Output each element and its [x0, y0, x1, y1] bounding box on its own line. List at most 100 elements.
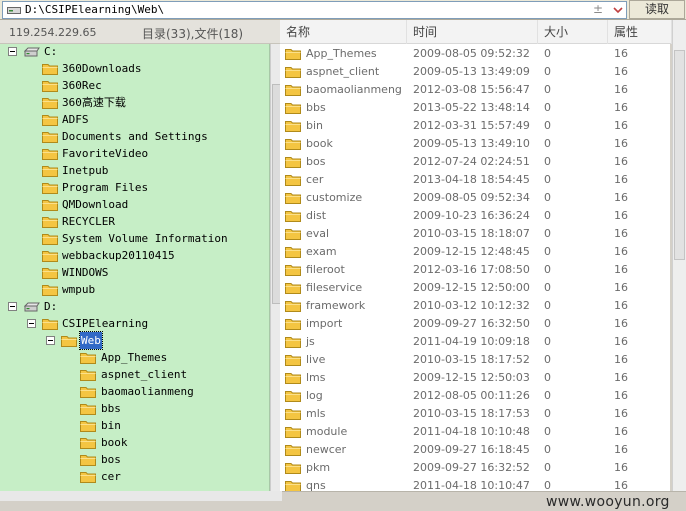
tree-node-folder[interactable]: 360Rec — [0, 77, 268, 94]
folder-icon — [285, 139, 301, 150]
folder-icon — [285, 355, 301, 366]
folder-icon — [285, 193, 301, 204]
list-scroll-thumb[interactable] — [674, 50, 685, 260]
tree-node-folder[interactable]: book — [0, 434, 268, 451]
folder-icon — [80, 404, 96, 415]
list-row[interactable]: baomaolianmeng 2012-03-08 15:56:47 0 16 — [280, 81, 670, 99]
tree-node-folder[interactable]: QMDownload — [0, 196, 268, 213]
tree-node-folder[interactable]: bos — [0, 451, 268, 468]
tree-node-folder[interactable]: webbackup20110415 — [0, 247, 268, 264]
folder-icon — [80, 472, 96, 483]
tree-node-label: QMDownload — [62, 198, 129, 211]
list-scrollbar[interactable] — [672, 20, 686, 491]
tree-node-folder[interactable]: baomaolianmeng — [0, 383, 268, 400]
list-row[interactable]: bin 2012-03-31 15:57:49 0 16 — [280, 117, 670, 135]
cell-size: 0 — [544, 65, 551, 78]
list-row[interactable]: import 2009-09-27 16:32:50 0 16 — [280, 315, 670, 333]
tree-node-folder[interactable]: System Volume Information — [0, 230, 268, 247]
collapse-toggle-icon[interactable] — [46, 336, 55, 345]
tree-node-folder[interactable]: Program Files — [0, 179, 268, 196]
folder-tree[interactable]: C: 360Downloads 360Rec 360高速下载 ADFS Documents… — [0, 44, 270, 491]
list-row[interactable]: fileroot 2012-03-16 17:08:50 0 16 — [280, 261, 670, 279]
list-row[interactable]: customize 2009-08-05 09:52:34 0 16 — [280, 189, 670, 207]
column-header-size[interactable]: 大小 — [538, 20, 608, 44]
tree-node-folder[interactable]: WINDOWS — [0, 264, 268, 281]
cell-attr: 16 — [614, 407, 628, 420]
tree-node-folder[interactable]: Documents and Settings — [0, 128, 268, 145]
cell-size: 0 — [544, 101, 551, 114]
tree-node-label: ADFS — [62, 113, 89, 126]
folder-icon — [42, 217, 58, 228]
tree-node-folder[interactable]: 360Downloads — [0, 60, 268, 77]
tree-node-label: Documents and Settings — [62, 130, 208, 143]
cell-size: 0 — [544, 317, 551, 330]
tree-node-drive-c[interactable]: C: — [0, 44, 268, 60]
list-row[interactable]: eval 2010-03-15 18:18:07 0 16 — [280, 225, 670, 243]
list-row[interactable]: pkm 2009-09-27 16:32:52 0 16 — [280, 459, 670, 477]
list-row[interactable]: qns 2011-04-18 10:10:47 0 16 — [280, 477, 670, 491]
list-row[interactable]: cer 2013-04-18 18:54:45 0 16 — [280, 171, 670, 189]
folder-icon — [285, 427, 301, 438]
tree-node-label: Web — [79, 331, 103, 350]
tree-node-folder[interactable]: RECYCLER — [0, 213, 268, 230]
list-row[interactable]: log 2012-08-05 00:11:26 0 16 — [280, 387, 670, 405]
tree-node-folder[interactable]: cer — [0, 468, 268, 485]
list-row[interactable]: App_Themes 2009-08-05 09:52:32 0 16 — [280, 45, 670, 63]
tree-node-folder[interactable]: CSIPElearning — [0, 315, 268, 332]
column-header-time[interactable]: 时间 — [407, 20, 538, 44]
plus-icon[interactable]: ± — [593, 2, 603, 16]
list-row[interactable]: bos 2012-07-24 02:24:51 0 16 — [280, 153, 670, 171]
tree-node-folder[interactable]: App_Themes — [0, 349, 268, 366]
folder-icon — [80, 370, 96, 381]
folder-icon — [285, 319, 301, 330]
folder-icon — [285, 103, 301, 114]
cell-name: exam — [306, 245, 337, 258]
cell-attr: 16 — [614, 443, 628, 456]
list-row[interactable]: aspnet_client 2009-05-13 13:49:09 0 16 — [280, 63, 670, 81]
list-row[interactable]: mls 2010-03-15 18:17:53 0 16 — [280, 405, 670, 423]
list-row[interactable]: lms 2009-12-15 12:50:03 0 16 — [280, 369, 670, 387]
tree-node-folder-selected[interactable]: Web — [0, 331, 268, 350]
tree-node-folder[interactable]: FavoriteVideo — [0, 145, 268, 162]
tree-node-folder[interactable]: bbs — [0, 400, 268, 417]
tree-node-folder[interactable]: ADFS — [0, 111, 268, 128]
column-header-name[interactable]: 名称 — [280, 20, 407, 44]
tree-node-folder[interactable]: wmpub — [0, 281, 268, 298]
tree-node-label: 360Downloads — [62, 62, 142, 75]
list-row[interactable]: dist 2009-10-23 16:36:24 0 16 — [280, 207, 670, 225]
collapse-toggle-icon[interactable] — [8, 47, 17, 56]
cell-size: 0 — [544, 299, 551, 312]
collapse-toggle-icon[interactable] — [27, 319, 36, 328]
collapse-toggle-icon[interactable] — [8, 302, 17, 311]
tree-node-folder[interactable]: 360高速下载 — [0, 94, 268, 111]
tree-node-label: baomaolianmeng — [101, 385, 194, 398]
list-row[interactable]: newcer 2009-09-27 16:18:45 0 16 — [280, 441, 670, 459]
list-row[interactable]: fileservice 2009-12-15 12:50:00 0 16 — [280, 279, 670, 297]
tree-node-folder[interactable]: bin — [0, 417, 268, 434]
tree-node-folder[interactable]: aspnet_client — [0, 366, 268, 383]
cell-attr: 16 — [614, 101, 628, 114]
column-header-attr[interactable]: 属性 — [608, 20, 672, 44]
cell-attr: 16 — [614, 83, 628, 96]
path-input[interactable]: D:\CSIPElearning\Web\ — [25, 3, 164, 16]
tree-node-drive-d[interactable]: D: — [0, 298, 268, 315]
tree-node-folder[interactable]: Inetpub — [0, 162, 268, 179]
list-row[interactable]: bbs 2013-05-22 13:48:14 0 16 — [280, 99, 670, 117]
chevron-down-icon[interactable] — [611, 3, 625, 17]
cell-name: customize — [306, 191, 363, 204]
tree-node-label: bin — [101, 419, 121, 432]
tree-horizontal-scrollbar[interactable] — [0, 491, 282, 501]
folder-icon — [42, 81, 58, 92]
list-row[interactable]: framework 2010-03-12 10:12:32 0 16 — [280, 297, 670, 315]
read-button[interactable]: 读取 — [629, 0, 685, 19]
path-bar: D:\CSIPElearning\Web\ ± 读取 — [0, 0, 686, 20]
list-row[interactable]: exam 2009-12-15 12:48:45 0 16 — [280, 243, 670, 261]
list-row[interactable]: book 2009-05-13 13:49:10 0 16 — [280, 135, 670, 153]
list-row[interactable]: live 2010-03-15 18:17:52 0 16 — [280, 351, 670, 369]
folder-icon — [285, 391, 301, 402]
list-row[interactable]: module 2011-04-18 10:10:48 0 16 — [280, 423, 670, 441]
path-combobox[interactable]: D:\CSIPElearning\Web\ ± — [2, 1, 627, 19]
cell-attr: 16 — [614, 209, 628, 222]
list-row[interactable]: js 2011-04-19 10:09:18 0 16 — [280, 333, 670, 351]
file-list[interactable]: App_Themes 2009-08-05 09:52:32 0 16 aspnet_c… — [280, 44, 670, 491]
